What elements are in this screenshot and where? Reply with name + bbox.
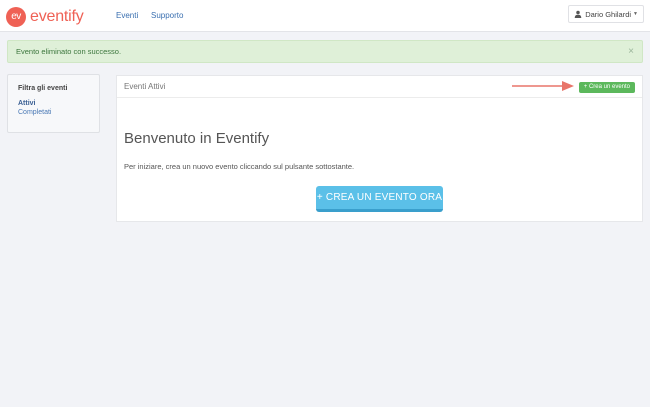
user-icon xyxy=(574,10,582,18)
user-menu-button[interactable]: Dario Ghilardi ▼ xyxy=(568,5,644,23)
logo-text: eventify xyxy=(30,8,84,25)
logo[interactable]: ev eventify xyxy=(6,7,84,27)
panel-title: Eventi Attivi xyxy=(124,82,166,91)
intro-text: Per iniziare, crea un nuovo evento clicc… xyxy=(124,162,355,171)
user-name: Dario Ghilardi xyxy=(585,9,632,19)
sidebar-item-attivi[interactable]: Attivi xyxy=(18,99,89,108)
sidebar-item-completati[interactable]: Completati xyxy=(18,108,89,117)
nav-link-supporto[interactable]: Supporto xyxy=(151,11,183,20)
logo-badge: ev xyxy=(6,7,26,27)
events-panel: Eventi Attivi + Crea un evento Benvenuto… xyxy=(116,75,643,222)
create-event-now-button[interactable]: + CREA UN EVENTO ORA xyxy=(316,186,443,212)
top-navbar: ev eventify Eventi Supporto Dario Ghilar… xyxy=(0,0,650,32)
sidebar-title: Filtra gli eventi xyxy=(18,85,68,92)
success-alert: Evento eliminato con successo. × xyxy=(7,40,643,63)
close-icon[interactable]: × xyxy=(628,41,634,62)
arrow-annotation-icon xyxy=(512,81,574,91)
alert-message: Evento eliminato con successo. xyxy=(16,47,122,56)
filter-sidebar: Filtra gli eventi Attivi Completati xyxy=(7,74,100,133)
create-event-button[interactable]: + Crea un evento xyxy=(578,82,635,93)
caret-down-icon: ▼ xyxy=(633,11,638,17)
nav-link-eventi[interactable]: Eventi xyxy=(116,11,138,20)
welcome-heading: Benvenuto in Eventify xyxy=(124,130,270,147)
